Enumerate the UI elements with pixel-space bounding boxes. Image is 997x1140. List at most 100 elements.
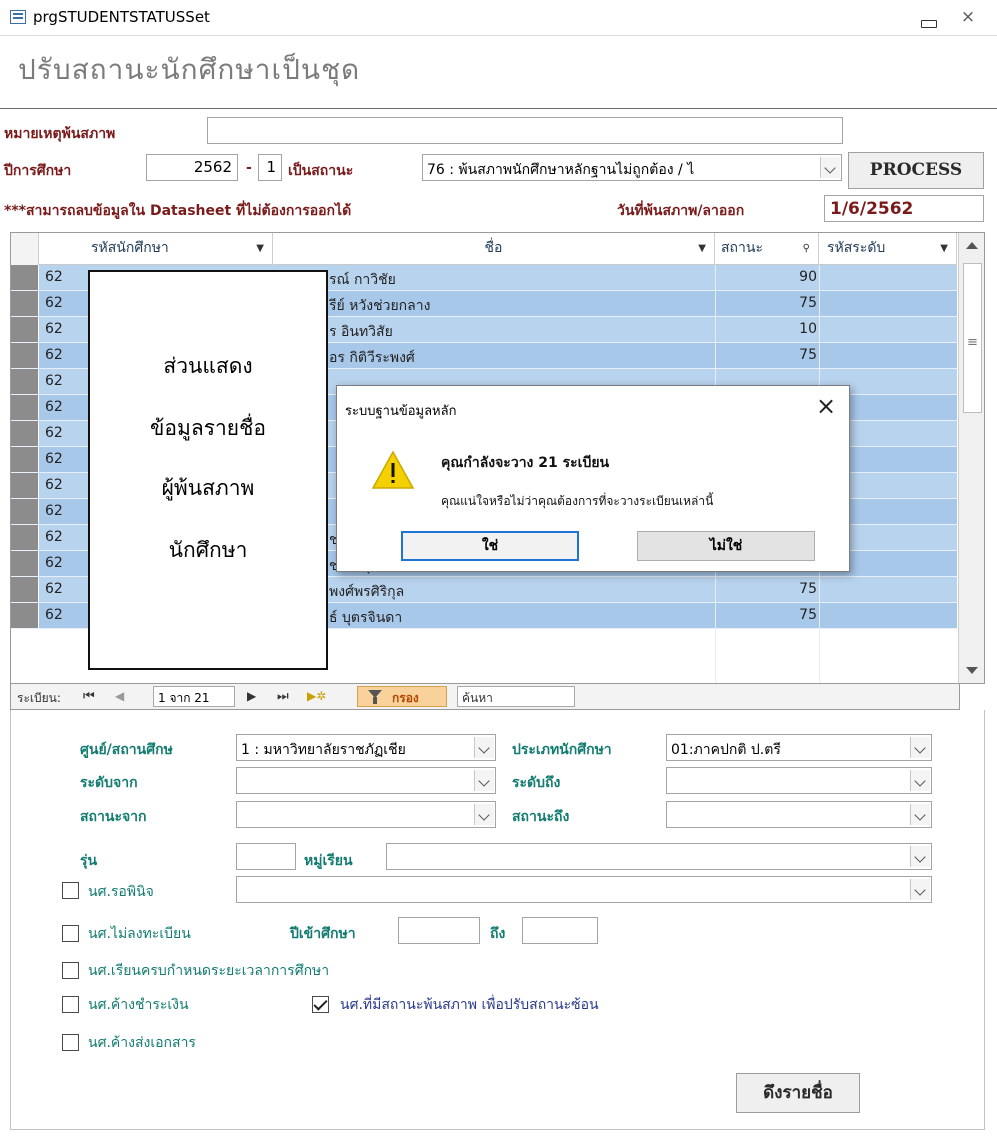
level-to-combo[interactable] <box>666 767 932 794</box>
chevron-down-icon[interactable] <box>820 157 840 178</box>
generation-input[interactable] <box>236 843 296 870</box>
status-combo[interactable]: 76 : พ้นสภาพนักศึกษาหลักฐานไม่ถูกต้อง / … <box>422 154 842 181</box>
minimize-button[interactable] <box>915 10 941 28</box>
student-id-cell: 62 <box>45 373 63 389</box>
row-selector[interactable] <box>11 577 39 602</box>
group-combo[interactable] <box>386 843 932 870</box>
center-combo[interactable]: 1 : มหาวิทยาลัยราชภัฏเชีย <box>236 734 496 761</box>
student-id-cell: 62 <box>45 399 63 415</box>
owe-payment-label: นศ.ค้างชำระเงิน <box>88 997 189 1013</box>
student-id-cell: 62 <box>45 451 63 467</box>
row-selector[interactable] <box>11 265 39 290</box>
row-selector[interactable] <box>11 499 39 524</box>
chevron-down-icon[interactable] <box>910 737 930 758</box>
window-title: prgSTUDENTSTATUSSet <box>33 8 210 26</box>
student-id-cell: 62 <box>45 347 63 363</box>
first-record-icon[interactable]: ⏮ <box>83 689 95 704</box>
row-selector[interactable] <box>11 395 39 420</box>
previous-record-icon[interactable]: ◀ <box>115 689 124 703</box>
row-selector[interactable] <box>11 473 39 498</box>
chevron-down-icon[interactable] <box>910 804 930 825</box>
missing-docs-label: นศ.ค้างส่งเอกสาร <box>88 1035 196 1051</box>
new-record-icon[interactable]: ▶✲ <box>307 689 326 703</box>
row-selector[interactable] <box>11 291 39 316</box>
pending-checkbox[interactable] <box>62 882 79 899</box>
vertical-scrollbar[interactable]: ≡ <box>958 233 984 683</box>
entry-year-from-input[interactable] <box>398 917 480 944</box>
pending-label: นศ.รอพินิจ <box>88 884 154 900</box>
pending-combo[interactable] <box>236 876 932 903</box>
chevron-down-icon[interactable] <box>474 737 494 758</box>
fetch-list-button[interactable]: ดึงรายชื่อ <box>736 1073 860 1113</box>
owe-payment-checkbox[interactable] <box>62 996 79 1013</box>
no-button[interactable]: ไม่ใช่ <box>637 531 815 561</box>
form-heading: ปรับสถานะนักศึกษาเป็นชุด <box>18 53 361 86</box>
access-form-window: prgSTUDENTSTATUSSet × ปรับสถานะนักศึกษาเ… <box>0 0 997 1140</box>
student-type-combo[interactable]: 01:ภาคปกติ ป.ตรี <box>666 734 932 761</box>
name-cell: อร กิติวีระพงศ์ <box>329 350 415 366</box>
row-selector[interactable] <box>11 421 39 446</box>
chevron-down-icon[interactable] <box>474 804 494 825</box>
row-selector[interactable] <box>11 369 39 394</box>
row-selector[interactable] <box>11 447 39 472</box>
status-cell: 75 <box>799 347 817 363</box>
scroll-up-icon[interactable] <box>959 233 984 259</box>
datasheet-search-input[interactable]: ค้นหา <box>457 686 575 707</box>
chevron-down-icon[interactable] <box>910 770 930 791</box>
name-cell: ธ์ บุตรจินดา <box>329 610 403 626</box>
year-input[interactable]: 2562 <box>146 154 238 181</box>
complete-term-checkbox[interactable] <box>62 962 79 979</box>
record-position-input[interactable]: 1 จาก 21 <box>153 686 235 707</box>
student-id-cell: 62 <box>45 555 63 571</box>
entry-year-label: ปีเข้าศึกษา <box>290 926 356 942</box>
chevron-down-icon[interactable] <box>910 879 930 900</box>
filter-toggle[interactable]: กรอง <box>357 686 447 707</box>
student-id-cell: 62 <box>45 529 63 545</box>
unregistered-checkbox[interactable] <box>62 925 79 942</box>
process-button[interactable]: PROCESS <box>848 152 984 189</box>
last-record-icon[interactable]: ⏭ <box>277 689 289 704</box>
repeat-status-checkbox[interactable] <box>312 996 329 1013</box>
row-selector[interactable] <box>11 317 39 342</box>
status-cell: 75 <box>799 607 817 623</box>
student-type-label: ประเภทนักศึกษา <box>512 742 612 758</box>
status-combo-value: 76 : พ้นสภาพนักศึกษาหลักฐานไม่ถูกต้อง / … <box>427 162 695 178</box>
year-term-dash: - <box>246 160 252 176</box>
student-id-cell: 62 <box>45 477 63 493</box>
next-record-icon[interactable]: ▶ <box>247 689 256 703</box>
chevron-down-icon[interactable] <box>910 846 930 867</box>
name-cell: พงศ์พรศิริกุล <box>329 584 405 600</box>
missing-docs-checkbox[interactable] <box>62 1034 79 1051</box>
name-cell: ร อินทวิสัย <box>329 324 393 340</box>
row-selector[interactable] <box>11 525 39 550</box>
level-from-combo[interactable] <box>236 767 496 794</box>
filter-label: กรอง <box>392 691 419 705</box>
col-header-student-id[interactable]: รหัสนักศึกษา ▼ <box>39 233 273 265</box>
status-from-combo[interactable] <box>236 801 496 828</box>
remark-input[interactable] <box>207 117 843 144</box>
scroll-down-icon[interactable] <box>959 657 984 683</box>
yes-button[interactable]: ใช่ <box>401 531 579 561</box>
date-label: วันที่พ้นสภาพ/ลาออก <box>617 203 745 219</box>
col-header-status[interactable]: สถานะ ⚲ <box>715 233 819 265</box>
col-header-name[interactable]: ชื่อ ▼ <box>273 233 715 265</box>
name-cell: รณ์ กาวิชัย <box>329 272 396 288</box>
delete-note: ***สามารถลบข้อมูลใน Datasheet ที่ไม่ต้อง… <box>4 203 352 219</box>
close-button[interactable]: × <box>956 6 980 28</box>
row-selector[interactable] <box>11 603 39 628</box>
dialog-close-icon[interactable]: × <box>811 392 841 420</box>
datasheet-caption-box: ส่วนแสดง ข้อมูลรายชื่อ ผู้พ้นสภาพ นักศึก… <box>88 270 328 670</box>
student-type-combo-value: 01:ภาคปกติ ป.ตรี <box>671 742 781 758</box>
row-selector[interactable] <box>11 343 39 368</box>
col-header-level-code[interactable]: รหัสระดับ ▼ <box>819 233 957 265</box>
chevron-down-icon[interactable] <box>474 770 494 791</box>
term-input[interactable]: 1 <box>258 154 282 181</box>
date-input[interactable]: 1/6/2562 <box>824 195 984 222</box>
student-id-cell: 62 <box>45 295 63 311</box>
select-all-corner[interactable] <box>11 233 39 265</box>
record-navigation-bar: ระเบียน: ⏮ ◀ 1 จาก 21 ▶ ⏭ ▶✲ กรอง ค้นหา <box>10 684 960 710</box>
row-selector[interactable] <box>11 551 39 576</box>
entry-year-to-input[interactable] <box>522 917 598 944</box>
title-bar: prgSTUDENTSTATUSSet × <box>0 0 997 36</box>
status-to-combo[interactable] <box>666 801 932 828</box>
